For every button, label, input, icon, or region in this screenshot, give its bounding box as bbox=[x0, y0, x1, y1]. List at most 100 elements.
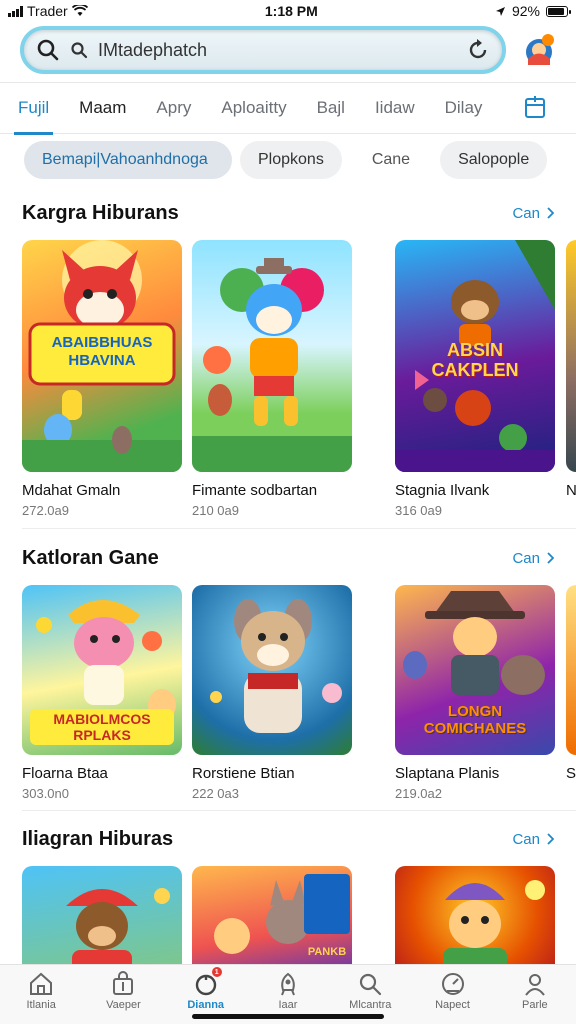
speed-icon bbox=[441, 973, 464, 995]
section-divider bbox=[22, 528, 576, 529]
search-input[interactable] bbox=[98, 39, 456, 61]
nav-profile[interactable]: Parle bbox=[494, 965, 576, 1024]
game-title: Mdahat Gmaln bbox=[22, 482, 121, 499]
chip-filter-1[interactable]: Bemapi|Vahoanhdnoga bbox=[24, 141, 232, 179]
tab-idaw[interactable]: Iidaw bbox=[375, 82, 415, 134]
nav-label: Mlcantra bbox=[349, 999, 392, 1011]
chip-filter-4[interactable]: Salopople bbox=[440, 141, 548, 179]
search-bar[interactable] bbox=[20, 26, 506, 74]
see-all-label: Can bbox=[512, 830, 540, 848]
game-thumbnail[interactable]: LONGN COMICHANES bbox=[395, 585, 555, 755]
see-all-link[interactable]: Can bbox=[512, 831, 554, 848]
search-icon bbox=[360, 973, 382, 996]
game-card[interactable]: N bbox=[566, 240, 576, 499]
clock: 1:18 PM bbox=[264, 3, 318, 19]
section-1: Kargra Hiburans Can ABAIBBHUAS HBAVINA M… bbox=[0, 198, 576, 540]
game-card[interactable] bbox=[22, 866, 182, 976]
carrier-label: Trader bbox=[27, 3, 68, 19]
refresh-icon[interactable] bbox=[466, 38, 490, 62]
game-title: Fimante sodbartan bbox=[192, 482, 318, 499]
game-art bbox=[192, 258, 352, 472]
game-meta: 316 0a9 bbox=[395, 503, 442, 518]
game-logo-text: MABIOLMCOS RPLAKS bbox=[30, 709, 174, 745]
wifi-icon bbox=[71, 5, 88, 16]
game-meta: 272.0a9 bbox=[22, 503, 69, 518]
search-row bbox=[0, 26, 576, 74]
chip-filter-3[interactable]: Cane bbox=[350, 141, 432, 179]
game-thumbnail[interactable]: MABIOLMCOS RPLAKS bbox=[22, 585, 182, 755]
chevron-right-icon bbox=[547, 552, 554, 564]
game-thumbnail[interactable]: ABAIBBHUAS HBAVINA bbox=[22, 240, 182, 472]
game-card[interactable]: ABSIN CAKPLEN Stagnia Ilvank 316 0a9 bbox=[395, 240, 555, 518]
chevron-right-icon bbox=[547, 207, 554, 219]
game-meta: 303.0n0 bbox=[22, 786, 69, 801]
tab-daily[interactable]: Dilay bbox=[445, 82, 483, 134]
game-card[interactable]: Rorstiene Btian 222 0a3 bbox=[192, 585, 352, 801]
game-meta: 219.0a2 bbox=[395, 786, 442, 801]
game-card[interactable]: Fimante sodbartan 210 0a9 bbox=[192, 240, 352, 518]
home-icon bbox=[30, 972, 53, 995]
game-card[interactable]: PANKB bbox=[192, 866, 352, 976]
game-logo-text: PANKB bbox=[307, 946, 347, 958]
game-card[interactable] bbox=[395, 866, 555, 976]
section-divider bbox=[22, 810, 576, 811]
nav-label: Iaar bbox=[278, 999, 298, 1011]
section-header: Katloran Gane Can bbox=[0, 543, 576, 573]
section-header: Iliagran Hiburas Can bbox=[0, 824, 576, 854]
section-header: Kargra Hiburans Can bbox=[0, 198, 576, 228]
game-card[interactable]: LONGN COMICHANES Slaptana Planis 219.0a2 bbox=[395, 585, 555, 801]
nav-label: Dianna bbox=[187, 999, 225, 1011]
game-card[interactable]: S bbox=[566, 585, 576, 782]
bag-icon bbox=[113, 971, 134, 995]
nav-label: Vaeper bbox=[106, 999, 141, 1011]
avatar[interactable] bbox=[522, 33, 556, 67]
tab-all[interactable]: Fujil bbox=[13, 82, 54, 135]
game-thumbnail[interactable] bbox=[192, 240, 352, 472]
nav-home[interactable]: Itlania bbox=[0, 965, 82, 1024]
game-thumbnail[interactable] bbox=[22, 866, 182, 976]
card-row: MABIOLMCOS RPLAKS Floarna Btaa 303.0n0 R… bbox=[0, 585, 576, 805]
game-meta: 222 0a3 bbox=[192, 786, 239, 801]
rocket-icon bbox=[281, 972, 295, 996]
chip-filter-2[interactable]: Plopkons bbox=[240, 141, 342, 179]
game-title: Stagnia Ilvank bbox=[395, 482, 490, 499]
section-3: Iliagran Hiburas Can PANKB bbox=[0, 824, 576, 976]
see-all-link[interactable]: Can bbox=[512, 550, 554, 567]
see-all-link[interactable]: Can bbox=[512, 205, 554, 222]
game-thumbnail[interactable] bbox=[566, 240, 576, 472]
game-logo-text: ABAIBBHUAS HBAVINA bbox=[51, 334, 153, 369]
game-title: N bbox=[566, 482, 576, 499]
see-all-label: Can bbox=[512, 204, 540, 222]
search-icon[interactable] bbox=[36, 38, 60, 62]
section-2: Katloran Gane Can MABIOLMCOS RPLAKS Floa… bbox=[0, 543, 576, 805]
see-all-label: Can bbox=[512, 549, 540, 567]
game-thumbnail[interactable]: PANKB bbox=[192, 866, 352, 976]
status-right: 92% bbox=[495, 3, 571, 19]
person-icon bbox=[525, 974, 545, 996]
tab-popularity[interactable]: Aploaitty bbox=[221, 82, 286, 134]
notification-badge: 1 bbox=[211, 967, 222, 977]
home-indicator[interactable] bbox=[192, 1014, 384, 1019]
tab-apps[interactable]: Apry bbox=[156, 82, 191, 134]
nav-bag[interactable]: Vaeper bbox=[82, 965, 164, 1024]
tab-main[interactable]: Maam bbox=[79, 82, 126, 134]
nav-speed[interactable]: Napect bbox=[411, 965, 493, 1024]
game-thumbnail[interactable]: ABSIN CAKPLEN bbox=[395, 240, 555, 472]
game-title: Rorstiene Btian bbox=[192, 765, 295, 782]
game-title: Floarna Btaa bbox=[22, 765, 108, 782]
chevron-right-icon bbox=[547, 833, 554, 845]
game-card[interactable]: MABIOLMCOS RPLAKS Floarna Btaa 303.0n0 bbox=[22, 585, 182, 801]
battery-icon bbox=[545, 5, 571, 17]
section-title: Kargra Hiburans bbox=[22, 201, 179, 224]
game-title: Slaptana Planis bbox=[395, 765, 500, 782]
nav-label: Napect bbox=[435, 999, 470, 1011]
tab-ball[interactable]: Bajl bbox=[317, 82, 345, 134]
game-thumbnail[interactable] bbox=[192, 585, 352, 755]
game-thumbnail[interactable] bbox=[395, 866, 555, 976]
game-card[interactable]: ABAIBBHUAS HBAVINA Mdahat Gmaln 272.0a9 bbox=[22, 240, 182, 518]
game-art bbox=[214, 874, 350, 954]
calendar-icon[interactable] bbox=[524, 95, 546, 124]
card-row: ABAIBBHUAS HBAVINA Mdahat Gmaln 272.0a9 bbox=[0, 240, 576, 540]
card-row: PANKB bbox=[0, 866, 576, 976]
game-thumbnail[interactable] bbox=[566, 585, 576, 755]
